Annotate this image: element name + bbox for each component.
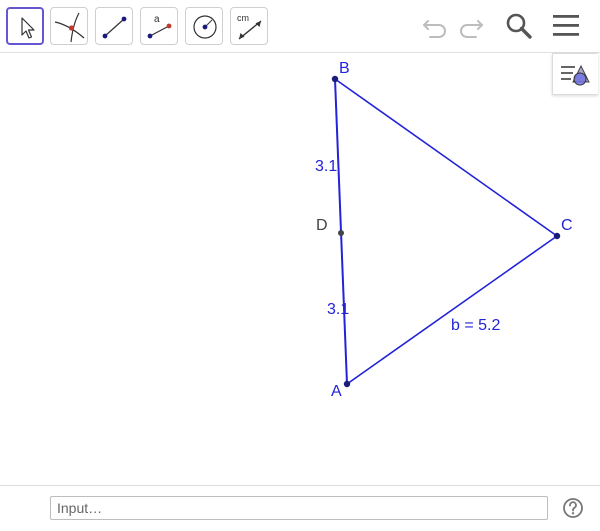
intersect-icon — [54, 12, 85, 43]
redo-button[interactable] — [454, 10, 488, 42]
point-b[interactable] — [331, 75, 339, 83]
input-field[interactable] — [50, 496, 548, 520]
segment-bc[interactable] — [334, 78, 558, 237]
segment-ac[interactable] — [346, 235, 558, 385]
segment-length-tool-button[interactable]: a — [140, 7, 178, 45]
length-label-da: 3.1 — [327, 301, 349, 318]
circle-center-icon — [193, 15, 217, 39]
input-bar — [0, 485, 600, 531]
segment-length-icon-letter: a — [154, 14, 160, 25]
label-b: B — [339, 60, 350, 77]
search-icon — [506, 13, 532, 39]
graphics-view[interactable]: B A C D 3.1 3.1 b = 5.2 — [0, 53, 600, 485]
segment-icon — [102, 16, 127, 39]
label-d: D — [316, 217, 328, 234]
point-c[interactable] — [553, 232, 561, 240]
menu-icon — [553, 15, 579, 36]
segment-length-icon: a — [147, 14, 172, 39]
undo-button[interactable] — [418, 10, 452, 42]
move-arrow-icon — [21, 17, 35, 39]
length-label-bd: 3.1 — [315, 158, 337, 175]
length-label-ac: b = 5.2 — [451, 317, 500, 334]
redo-icon — [460, 20, 483, 38]
search-button[interactable] — [502, 10, 536, 42]
point-a[interactable] — [343, 380, 351, 388]
point-d[interactable] — [338, 230, 344, 236]
graphics-canvas[interactable]: B A C D 3.1 3.1 b = 5.2 — [0, 53, 600, 485]
menu-button[interactable] — [549, 10, 583, 42]
move-tool-button[interactable] — [6, 7, 44, 45]
distance-length-icon: cm — [237, 13, 262, 40]
label-c: C — [561, 217, 573, 234]
intersect-tool-button[interactable] — [50, 7, 88, 45]
segment-tool-button[interactable] — [95, 7, 133, 45]
label-a: A — [331, 383, 342, 400]
toolbar: a cm — [0, 0, 600, 53]
distance-icon-unit: cm — [237, 13, 249, 23]
help-icon — [563, 498, 583, 518]
distance-tool-button[interactable]: cm — [230, 7, 268, 45]
undo-icon — [423, 20, 446, 38]
circle-tool-button[interactable] — [185, 7, 223, 45]
help-button[interactable] — [562, 497, 584, 519]
